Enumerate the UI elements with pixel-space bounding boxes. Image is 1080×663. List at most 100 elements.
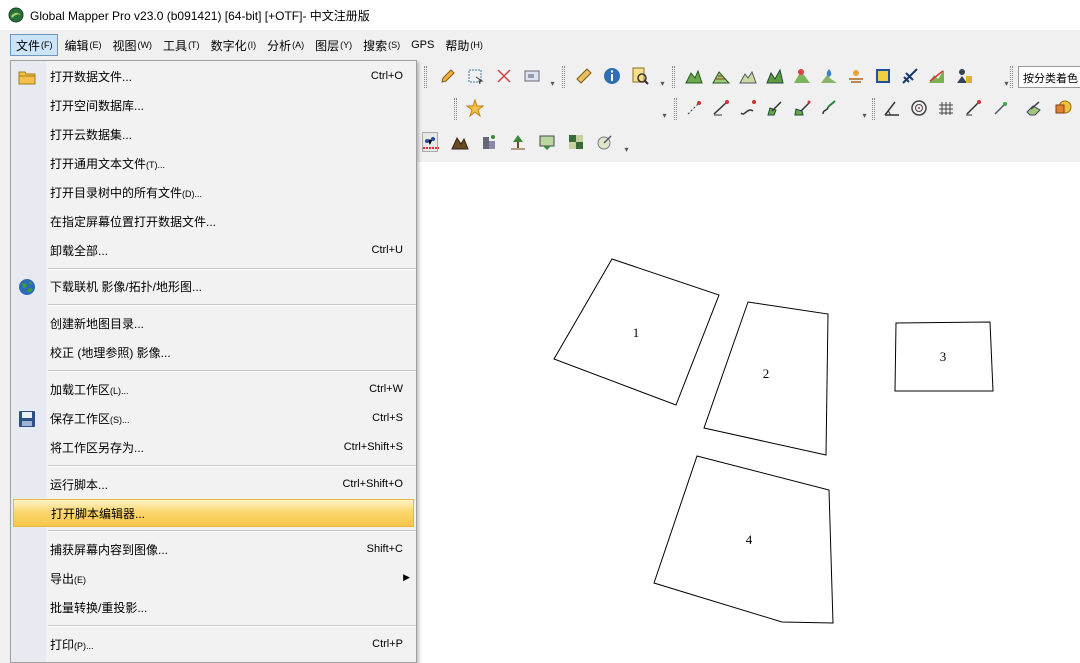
contour-icon[interactable] <box>711 66 731 86</box>
user-terrain-icon[interactable] <box>954 66 974 86</box>
toolbar-overflow-icon[interactable]: ▾ <box>622 130 631 154</box>
angle-tool-icon[interactable] <box>882 98 902 118</box>
toolbar-overflow-icon[interactable]: ▾ <box>548 64 557 88</box>
lidar-terrain-icon[interactable] <box>450 132 470 152</box>
filter-cloud-icon[interactable] <box>595 132 615 152</box>
menu-view[interactable]: 视图 (W) <box>108 34 157 56</box>
info-icon[interactable] <box>602 66 622 86</box>
file-menu-dropdown: 打开数据文件... Ctrl+O 打开空间数据库... 打开云数据集... 打开… <box>10 60 417 663</box>
digitize-points-icon[interactable] <box>684 98 704 118</box>
terrain-icon[interactable] <box>684 66 704 86</box>
toolbar-grip[interactable] <box>674 98 677 120</box>
view-shed-icon[interactable] <box>792 66 812 86</box>
classify-icon[interactable] <box>537 132 557 152</box>
menu-item-open-text-file[interactable]: 打开通用文本文件(T)... <box>11 149 416 177</box>
menu-analysis[interactable]: 分析 (A) <box>262 34 308 56</box>
menu-item-unload-all[interactable]: 卸载全部... Ctrl+U <box>11 236 416 264</box>
snap-vertex-icon[interactable] <box>963 98 983 118</box>
menu-item-shortcut: Ctrl+Shift+O <box>342 478 403 490</box>
menu-item-open-spatial-db[interactable]: 打开空间数据库... <box>11 91 416 119</box>
delete-feature-icon[interactable] <box>494 66 514 86</box>
digitize-line-icon[interactable] <box>711 98 731 118</box>
toolbar-grip[interactable] <box>1010 66 1013 88</box>
pencil-icon[interactable] <box>438 66 458 86</box>
menu-file[interactable]: 文件 (F) <box>10 34 58 56</box>
menu-item-open-cloud-dataset[interactable]: 打开云数据集... <box>11 120 416 148</box>
surface-icon[interactable] <box>765 66 785 86</box>
star-icon[interactable] <box>465 98 485 118</box>
grid-tool-icon[interactable] <box>936 98 956 118</box>
tree-icon[interactable] <box>508 132 528 152</box>
menu-gps[interactable]: GPS <box>406 34 438 56</box>
menu-item-load-workspace[interactable]: 加载工作区(L)... Ctrl+W <box>11 375 416 403</box>
menu-item-open-directory-tree[interactable]: 打开目录树中的所有文件(D)... <box>11 178 416 206</box>
menu-item-download-online[interactable]: 下载联机 影像/拓扑/地形图... <box>11 272 416 300</box>
menu-item-shortcut: Ctrl+Shift+S <box>343 441 403 453</box>
menu-item-open-script-editor[interactable]: 打开脚本编辑器... <box>13 499 414 527</box>
toolbar-grip[interactable] <box>424 66 427 88</box>
menu-digitize[interactable]: 数字化 (I) <box>206 34 261 56</box>
digitize-polygon-icon[interactable] <box>792 98 812 118</box>
target-icon[interactable] <box>909 98 929 118</box>
menu-layer[interactable]: 图层 (Y) <box>310 34 356 56</box>
menu-item-rectify-image[interactable]: 校正 (地理参照) 影像... <box>11 338 416 366</box>
window-title: Global Mapper Pro v23.0 (b091421) [64-bi… <box>30 8 370 23</box>
menu-item-open-data-file[interactable]: 打开数据文件... Ctrl+O <box>11 62 416 90</box>
map-view[interactable]: 1 2 3 4 <box>416 162 1080 663</box>
toolbar-overflow-icon[interactable]: ▾ <box>658 64 667 88</box>
menu-item-save-workspace[interactable]: 保存工作区(S)... Ctrl+S <box>11 404 416 432</box>
toolbar-grip[interactable] <box>454 98 457 120</box>
color-mode-combo[interactable]: 按分类着色 <box>1018 66 1080 88</box>
shapes-icon[interactable] <box>1053 98 1073 118</box>
eraser-icon[interactable] <box>1024 98 1044 118</box>
menu-tools[interactable]: 工具 (T) <box>158 34 204 56</box>
toolbar-grip[interactable] <box>562 66 565 88</box>
menu-edit[interactable]: 编辑 (E) <box>60 34 106 56</box>
menu-item-shortcut: Ctrl+S <box>372 412 403 424</box>
toolbar-grip[interactable] <box>672 66 675 88</box>
menu-item-label: 保存工作区(S)... <box>50 410 130 427</box>
menu-item-capture-screen[interactable]: 捕获屏幕内容到图像... Shift+C <box>11 535 416 563</box>
edit-vertex-icon[interactable] <box>990 98 1010 118</box>
menu-item-export[interactable]: 导出(E) ▶ <box>11 564 416 592</box>
submenu-arrow-icon: ▶ <box>403 573 410 583</box>
puzzle-icon[interactable] <box>566 132 586 152</box>
ruler-icon[interactable] <box>574 66 594 86</box>
globe-icon <box>17 277 37 297</box>
toolbar-overflow-icon[interactable]: ▾ <box>860 96 869 120</box>
menu-item-open-at-location[interactable]: 在指定屏幕位置打开数据文件... <box>11 207 416 235</box>
open-folder-icon <box>17 67 37 87</box>
measure-box-icon[interactable] <box>522 66 542 86</box>
building-icon[interactable] <box>479 132 499 152</box>
digitize-trace-icon[interactable] <box>819 98 839 118</box>
menu-search[interactable]: 搜索 (S) <box>358 34 404 56</box>
sun-terrain-icon[interactable] <box>846 66 866 86</box>
terrain-profile-icon[interactable] <box>927 66 947 86</box>
map-frame-icon[interactable] <box>873 66 893 86</box>
menu-item-create-map-catalog[interactable]: 创建新地图目录... <box>11 309 416 337</box>
menu-item-label: 下载联机 影像/拓扑/地形图... <box>50 279 203 294</box>
hillshade-icon[interactable] <box>738 66 758 86</box>
menu-item-label-text: 导出 <box>50 571 75 586</box>
toolbar-grip[interactable] <box>872 98 875 120</box>
aircraft-icon[interactable] <box>900 66 920 86</box>
menu-analysis-accel: (A) <box>292 40 305 50</box>
point-cloud-icon[interactable] <box>421 132 441 152</box>
select-rect-icon[interactable] <box>465 66 485 86</box>
toolbar-overflow-icon[interactable]: ▾ <box>660 96 669 120</box>
menu-separator <box>48 268 416 270</box>
menu-item-run-script[interactable]: 运行脚本... Ctrl+Shift+O <box>11 470 416 498</box>
menu-item-batch-convert[interactable]: 批量转换/重投影... <box>11 593 416 621</box>
menu-help[interactable]: 帮助 (H) <box>440 34 487 56</box>
search-doc-icon[interactable] <box>630 66 650 86</box>
menu-item-save-workspace-as[interactable]: 将工作区另存为... Ctrl+Shift+S <box>11 433 416 461</box>
globe-logo-icon <box>8 7 24 23</box>
menu-item-accel: (T)... <box>146 159 166 170</box>
water-flow-icon[interactable] <box>819 66 839 86</box>
digitize-curve-icon[interactable] <box>738 98 758 118</box>
menu-help-label: 帮助 <box>445 38 470 53</box>
digitize-area-icon[interactable] <box>765 98 785 118</box>
menu-item-print[interactable]: 打印(P)... Ctrl+P <box>11 630 416 658</box>
menu-search-accel: (S) <box>388 40 401 50</box>
map-polygon[interactable] <box>653 455 834 624</box>
